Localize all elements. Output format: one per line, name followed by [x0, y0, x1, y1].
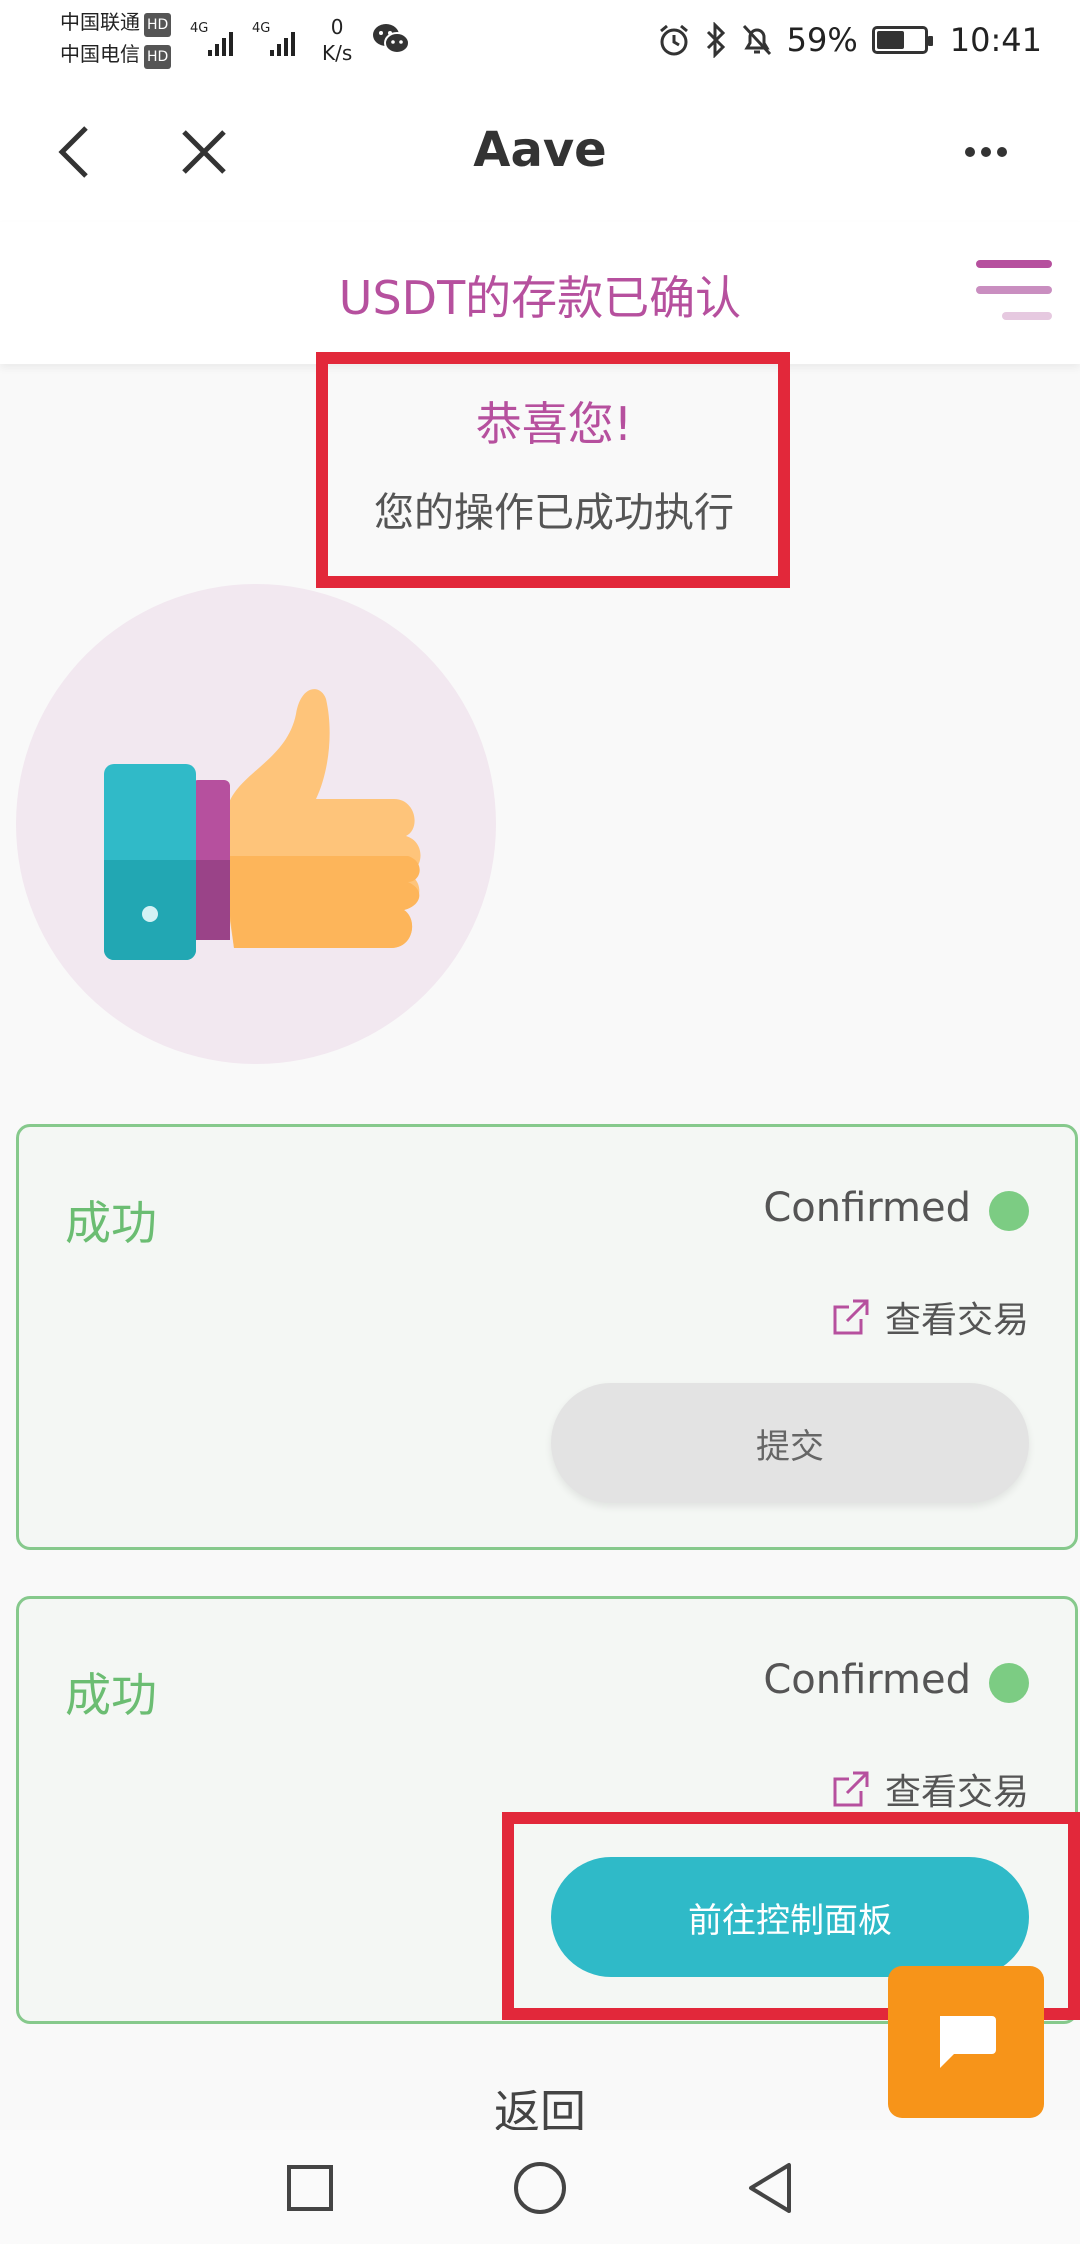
- menu-line-icon: [976, 286, 1052, 294]
- more-dots-icon: [965, 147, 1007, 157]
- home-button[interactable]: [510, 2158, 570, 2218]
- app-bar: Aave: [0, 82, 1080, 222]
- view-transaction-label: 查看交易: [884, 1300, 1029, 1341]
- view-transaction-label: 查看交易: [884, 1772, 1029, 1813]
- net-speed-unit: K/s: [322, 41, 353, 65]
- hd-badge-2: HD: [144, 45, 172, 69]
- external-link-icon: [833, 1771, 869, 1807]
- congrats-subtitle: 您的操作已成功执行: [374, 490, 734, 536]
- battery-percent: 59%: [786, 21, 858, 59]
- more-button[interactable]: [946, 112, 1026, 192]
- go-to-dashboard-button[interactable]: 前往控制面板: [551, 1857, 1029, 1977]
- alarm-icon: [659, 24, 688, 56]
- chat-bubble-icon: [940, 2016, 996, 2068]
- view-transaction-link[interactable]: 查看交易: [831, 1763, 1029, 1815]
- bell-muted-icon: [742, 24, 771, 56]
- triangle-back-icon: [749, 2163, 791, 2213]
- status-success: 成功: [65, 1196, 157, 1250]
- status-success: 成功: [65, 1668, 157, 1722]
- system-back-button[interactable]: [740, 2158, 800, 2218]
- menu-line-icon: [1002, 312, 1052, 320]
- square-icon: [287, 2165, 333, 2211]
- circle-icon: [514, 2162, 566, 2214]
- congrats-title: 恭喜您!: [475, 397, 633, 451]
- menu-line-icon: [976, 260, 1052, 268]
- deposit-confirmed-title: USDT的存款已确认: [338, 271, 742, 325]
- hd-badge-1: HD: [144, 13, 172, 37]
- signal-2-icon: 4G: [252, 21, 295, 56]
- confirmed-label: Confirmed: [763, 1657, 971, 1703]
- sub-header: USDT的存款已确认: [0, 222, 1080, 364]
- status-dot-icon: [989, 1663, 1029, 1703]
- signal-1-icon: 4G: [190, 21, 233, 56]
- external-link-icon: [833, 1299, 869, 1335]
- status-right: 59% 10:41: [657, 18, 1042, 62]
- thumbs-up-icon: [104, 689, 421, 960]
- carrier-1-label: 中国联通: [60, 10, 140, 34]
- congrats-message: 恭喜您! 您的操作已成功执行: [322, 358, 786, 582]
- network-2-label: 4G: [252, 21, 270, 36]
- confirmed-label: Confirmed: [763, 1185, 971, 1231]
- system-nav-bar: [0, 2130, 1080, 2244]
- status-dot-icon: [989, 1191, 1029, 1231]
- view-transaction-link[interactable]: 查看交易: [831, 1291, 1029, 1343]
- carrier-2: 中国电信 HD: [60, 42, 172, 69]
- battery-icon: [871, 26, 933, 54]
- tx-card-submit: 成功 Confirmed 查看交易 提交: [16, 1124, 1078, 1550]
- menu-button[interactable]: [972, 260, 1052, 324]
- net-speed: 0 K/s: [322, 14, 352, 66]
- clock: 10:41: [949, 21, 1042, 59]
- recents-button[interactable]: [280, 2158, 340, 2218]
- status-bar: 中国联通 HD 中国电信 HD 4G 4G 0 K/s 59% 10:41: [0, 0, 1080, 82]
- submit-button[interactable]: 提交: [551, 1383, 1029, 1503]
- page-title: Aave: [473, 122, 607, 178]
- carrier-1: 中国联通 HD: [60, 10, 172, 37]
- bluetooth-icon: [706, 22, 725, 58]
- tx-card-dashboard: 成功 Confirmed 查看交易 前往控制面板: [16, 1596, 1078, 2024]
- net-speed-value: 0: [330, 15, 344, 39]
- carrier-2-label: 中国电信: [60, 42, 140, 66]
- wechat-icon: [373, 24, 410, 54]
- network-1-label: 4G: [190, 21, 208, 36]
